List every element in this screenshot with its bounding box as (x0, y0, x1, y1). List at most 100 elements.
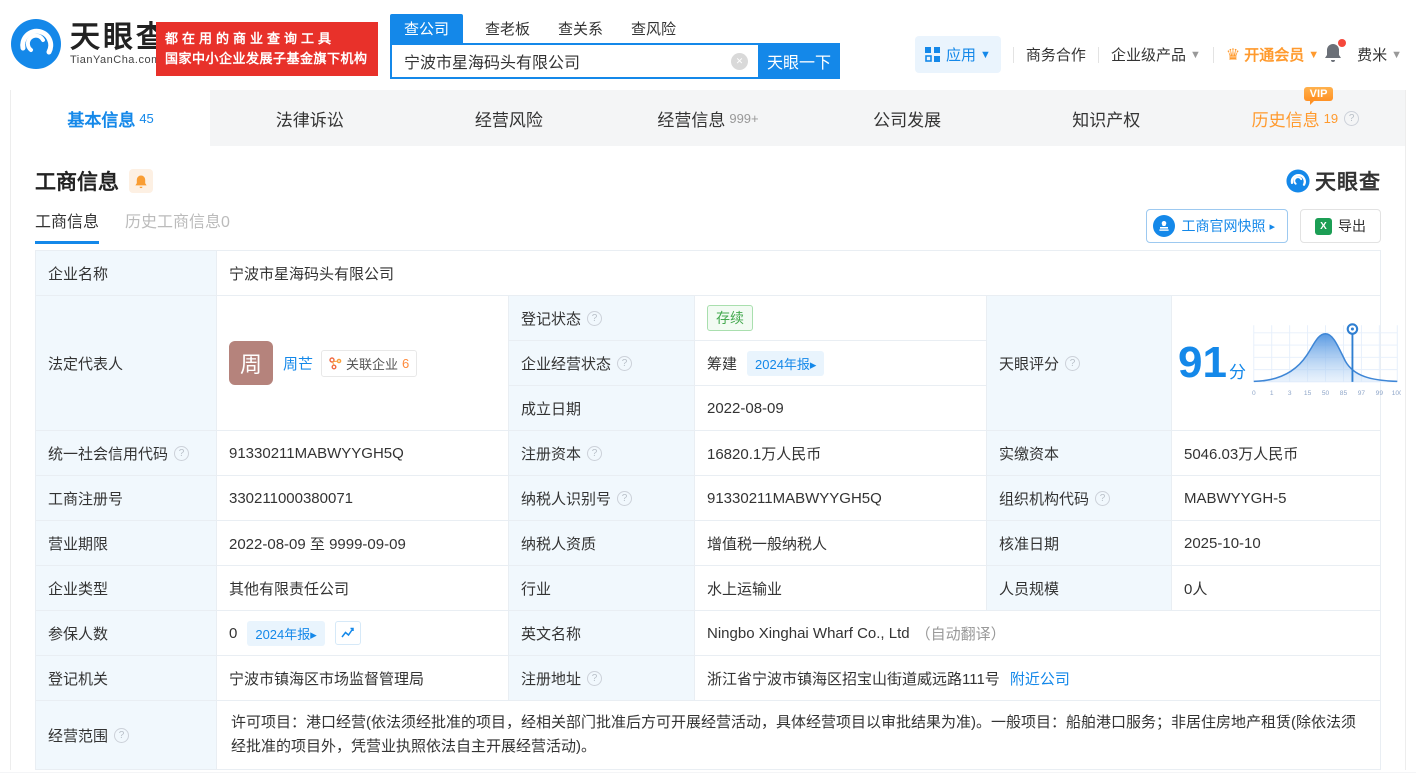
chevron-down-icon: ▼ (1391, 49, 1402, 61)
subscribe-bell-icon[interactable] (129, 169, 153, 193)
annual-report-tag[interactable]: 2024年报▸ (747, 351, 824, 376)
tab-operating-info[interactable]: 经营信息 999+ (608, 90, 807, 146)
tab-label: 基本信息 (67, 106, 135, 131)
help-icon[interactable] (587, 446, 602, 461)
table-row: 经营范围 许可项目：港口经营(依法须经批准的项目，经相关部门批准后方可开展经营活… (36, 701, 1380, 769)
divider (1213, 47, 1214, 63)
search-tab-company[interactable]: 查公司 (390, 14, 463, 43)
help-icon[interactable] (587, 311, 602, 326)
clear-search-icon[interactable] (731, 53, 748, 70)
apps-label: 应用 (946, 44, 976, 65)
search-tab-risk[interactable]: 查风险 (631, 14, 676, 43)
search-tab-boss[interactable]: 查老板 (485, 14, 530, 43)
legal-rep-link[interactable]: 周芒 (283, 353, 313, 374)
tianyancha-logo[interactable]: 天眼查 TianYanCha.com (10, 18, 169, 70)
field-label: 企业类型 (36, 566, 217, 610)
business-scope-value: 许可项目：港口经营(依法须经批准的项目，经相关部门批准后方可开展经营活动，具体经… (217, 701, 1380, 769)
field-value: 0人 (1172, 566, 1407, 610)
search-button[interactable]: 天眼一下 (758, 43, 840, 79)
founded-date-value: 2022-08-09 (695, 386, 986, 430)
annual-report-tag[interactable]: 2024年报▸ (247, 621, 324, 646)
tab-count: 45 (139, 111, 153, 126)
subtab-row: 工商信息 历史工商信息0 工商官网快照 ▸ X 导出 (11, 196, 1405, 242)
menu-open-vip[interactable]: ♛ 开通会员 ▼ (1226, 44, 1319, 65)
nearby-companies-link[interactable]: 附近公司 (1010, 668, 1070, 689)
business-info-table: 企业名称 宁波市星海码头有限公司 法定代表人 周 周芒 关联企业 6 (35, 250, 1381, 770)
divider (1098, 47, 1099, 63)
tab-count: 19 (1324, 111, 1338, 126)
promo-banner: 都在用的商业查询工具 国家中小企业发展子基金旗下机构 (156, 22, 378, 76)
field-label: 纳税人资质 (509, 521, 695, 565)
vip-badge: VIP (1304, 87, 1334, 101)
field-label-wrap: 组织机构代码 (987, 476, 1172, 520)
help-icon[interactable] (114, 728, 129, 743)
export-button[interactable]: X 导出 (1300, 209, 1381, 243)
field-label-wrap: 纳税人识别号 (509, 476, 695, 520)
search-tab-relation[interactable]: 查关系 (558, 14, 603, 43)
help-icon[interactable] (587, 671, 602, 686)
menu-enterprise-products[interactable]: 企业级产品 ▼ (1111, 44, 1201, 65)
field-value: 2022-08-09 至 9999-09-09 (217, 521, 509, 565)
tab-history-info[interactable]: VIP 历史信息 19 (1206, 90, 1405, 146)
divider (1013, 47, 1014, 63)
score-value: 91 (1178, 341, 1227, 385)
watermark-logo: 天眼查 (1286, 166, 1381, 196)
field-label: 工商注册号 (36, 476, 217, 520)
field-value: 16820.1万人民币 (695, 431, 987, 475)
field-label: 统一社会信用代码 (48, 443, 168, 464)
content-card: 基本信息 45 法律诉讼 经营风险 经营信息 999+ 公司发展 知识产权 VI… (10, 90, 1406, 770)
avatar[interactable]: 周 (229, 341, 273, 385)
section-header: 工商信息 天眼查 (11, 146, 1405, 196)
help-icon[interactable] (1065, 356, 1080, 371)
registered-address: 浙江省宁波市镇海区招宝山街道威远路111号 (707, 668, 1000, 689)
arrow-right-icon: ▸ (1269, 220, 1275, 233)
field-label: 成立日期 (509, 386, 695, 430)
tab-legal[interactable]: 法律诉讼 (210, 90, 409, 146)
field-value: 其他有限责任公司 (217, 566, 509, 610)
trend-chart-icon[interactable] (335, 621, 361, 645)
english-name: Ningbo Xinghai Wharf Co., Ltd (707, 625, 910, 642)
table-row: 参保人数 0 2024年报▸ 英文名称 Ningbo Xinghai Wharf… (36, 611, 1380, 656)
score-cell: 91 分 (1172, 296, 1407, 430)
help-icon[interactable] (174, 446, 189, 461)
score-unit: 分 (1229, 358, 1246, 383)
stamp-icon (1153, 215, 1175, 237)
tab-intellectual-property[interactable]: 知识产权 (1007, 90, 1206, 146)
menu-user[interactable]: 费米 ▼ (1357, 44, 1402, 65)
field-label: 人员规模 (987, 566, 1172, 610)
help-icon[interactable] (1344, 111, 1359, 126)
table-row: 企业类型 其他有限责任公司 行业 水上运输业 人员规模 0人 (36, 566, 1380, 611)
apps-menu[interactable]: 应用 ▼ (915, 36, 1001, 73)
field-label: 营业期限 (36, 521, 217, 565)
notification-bell-icon[interactable] (1323, 42, 1343, 67)
related-count: 6 (402, 356, 409, 371)
subtab-history-business-info[interactable]: 历史工商信息0 (125, 208, 230, 244)
field-label: 企业经营状态 (521, 353, 611, 374)
tab-label: 经营信息 (657, 106, 725, 131)
field-label: 实缴资本 (987, 431, 1172, 475)
snapshot-label: 工商官网快照 (1181, 216, 1265, 236)
tab-operating-risk[interactable]: 经营风险 (409, 90, 608, 146)
svg-text:50: 50 (1322, 390, 1330, 397)
field-label: 纳税人识别号 (521, 488, 611, 509)
vip-label: 开通会员 (1244, 44, 1304, 65)
official-snapshot-button[interactable]: 工商官网快照 ▸ (1146, 209, 1288, 243)
subtab-business-info[interactable]: 工商信息 (35, 208, 99, 244)
field-value: 330211000380071 (217, 476, 509, 520)
related-companies-badge[interactable]: 关联企业 6 (321, 350, 417, 377)
menu-cooperation[interactable]: 商务合作 (1026, 44, 1086, 65)
tab-company-development[interactable]: 公司发展 (808, 90, 1007, 146)
company-name-value: 宁波市星海码头有限公司 (217, 251, 1380, 295)
field-value: 91330211MABWYYGH5Q (695, 476, 987, 520)
table-row: 工商注册号 330211000380071 纳税人识别号 91330211MAB… (36, 476, 1380, 521)
help-icon[interactable] (617, 356, 632, 371)
help-icon[interactable] (617, 491, 632, 506)
svg-text:1: 1 (1270, 390, 1274, 397)
tab-basic-info[interactable]: 基本信息 45 (11, 90, 210, 146)
company-nav-tabs: 基本信息 45 法律诉讼 经营风险 经营信息 999+ 公司发展 知识产权 VI… (11, 90, 1405, 146)
watermark-text: 天眼查 (1315, 166, 1381, 196)
search-input[interactable] (390, 43, 758, 79)
help-icon[interactable] (1095, 491, 1110, 506)
field-label: 注册地址 (521, 668, 581, 689)
network-icon (329, 357, 342, 370)
